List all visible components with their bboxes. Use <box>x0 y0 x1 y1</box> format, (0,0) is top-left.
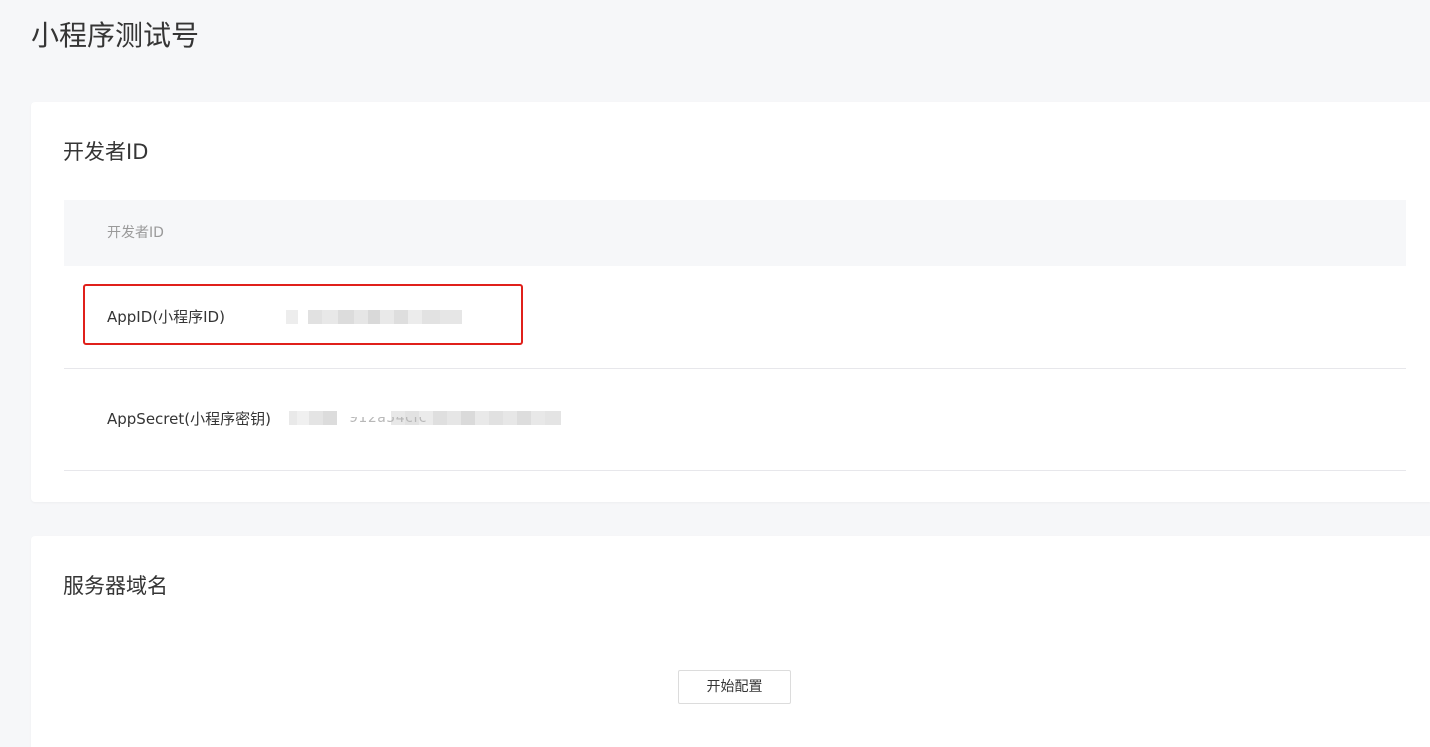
developer-id-table-header: 开发者ID <box>64 200 1406 266</box>
table-header-label: 开发者ID <box>107 225 164 241</box>
server-domain-card: 服务器域名 开始配置 <box>31 536 1430 747</box>
developer-id-card: 开发者ID 开发者ID AppID(小程序ID) AppSecret(小程序密钥… <box>31 102 1430 502</box>
server-domain-section-title: 服务器域名 <box>63 574 168 598</box>
appsecret-label: AppSecret(小程序密钥) <box>107 410 271 428</box>
appsecret-value-masked: 912a54cfc <box>289 408 561 428</box>
start-config-button[interactable]: 开始配置 <box>678 670 791 704</box>
appid-value-masked <box>286 307 462 327</box>
appsecret-row: AppSecret(小程序密钥) <box>64 368 1406 471</box>
page-title: 小程序测试号 <box>31 19 200 52</box>
developer-id-section-title: 开发者ID <box>63 140 149 164</box>
